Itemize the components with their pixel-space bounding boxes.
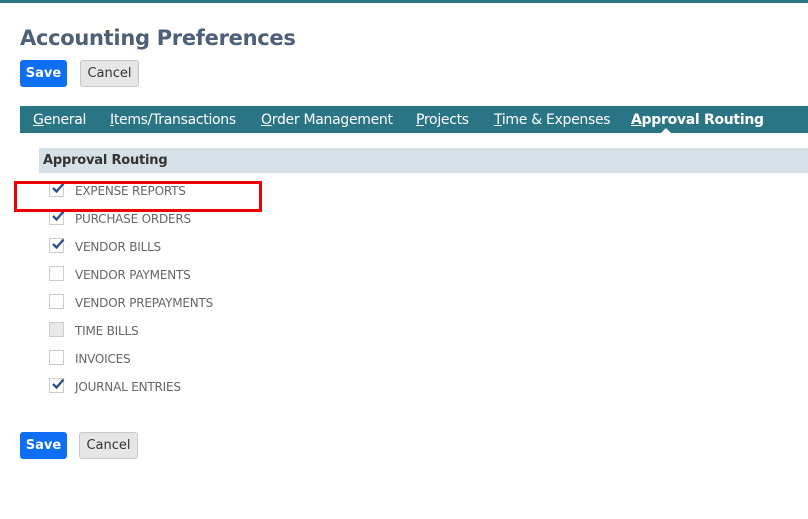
option-checkbox[interactable] [49,294,64,309]
top-accent-bar [0,0,808,3]
page-title: Accounting Preferences [20,26,296,50]
option-checkbox [49,322,64,337]
tab-approval-routing[interactable]: Approval Routing [631,106,764,134]
option-label: JOURNAL ENTRIES [75,380,181,394]
tab-projects[interactable]: Projects [416,106,469,134]
section-header: Approval Routing [39,148,808,173]
save-button-top[interactable]: Save [20,60,67,87]
cancel-button-top[interactable]: Cancel [80,60,139,87]
tab-general[interactable]: General [33,106,86,134]
cancel-button-bottom[interactable]: Cancel [79,432,138,459]
save-button-bottom[interactable]: Save [20,432,67,459]
option-label: VENDOR PREPAYMENTS [75,296,214,310]
option-label: PURCHASE ORDERS [75,212,191,226]
preferences-tabs: General Items/Transactions Order Managem… [20,106,808,133]
option-label: TIME BILLS [75,324,139,338]
checkmark-icon [52,238,65,250]
option-checkbox[interactable] [49,378,65,393]
active-tab-indicator [660,128,672,134]
option-label: VENDOR PAYMENTS [75,268,191,282]
section-title: Approval Routing [43,153,168,168]
option-label: VENDOR BILLS [75,240,161,254]
option-label: INVOICES [75,352,131,366]
tab-order-management[interactable]: Order Management [261,106,393,134]
highlight-box [14,181,262,212]
option-checkbox[interactable] [49,350,64,365]
option-checkbox[interactable] [49,266,64,281]
tab-items-transactions[interactable]: Items/Transactions [110,106,236,134]
option-checkbox[interactable] [49,210,65,225]
option-checkbox[interactable] [49,238,65,253]
checkmark-icon [52,378,65,390]
tab-time-expenses[interactable]: Time & Expenses [494,106,611,134]
